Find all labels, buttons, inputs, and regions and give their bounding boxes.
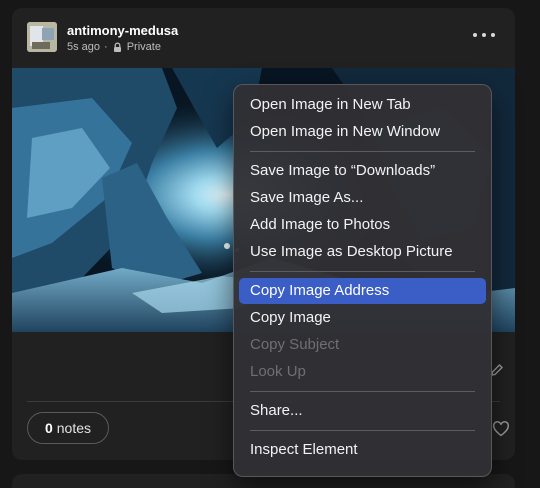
menu-item-save-image-as[interactable]: Save Image As... — [239, 185, 486, 211]
image-context-menu: Open Image in New Tab Open Image in New … — [233, 84, 492, 477]
privacy-label: Private — [126, 41, 161, 53]
menu-item-open-image-new-tab[interactable]: Open Image in New Tab — [239, 92, 486, 118]
menu-item-look-up: Look Up — [250, 363, 306, 380]
menu-separator — [250, 271, 475, 272]
more-options-button[interactable] — [473, 28, 495, 42]
username[interactable]: antimony-medusa — [67, 23, 178, 39]
menu-item-copy-image[interactable]: Copy Image — [239, 305, 486, 331]
lock-icon — [112, 42, 123, 53]
pencil-icon[interactable] — [490, 363, 504, 377]
notes-label: notes — [56, 420, 92, 436]
avatar-image — [27, 22, 57, 52]
menu-separator — [250, 151, 475, 152]
avatar[interactable] — [27, 22, 57, 52]
meta-separator: · — [104, 41, 108, 53]
ellipsis-dot — [473, 33, 477, 37]
menu-item-save-image-downloads[interactable]: Save Image to “Downloads” — [239, 158, 486, 184]
ellipsis-dot — [482, 33, 486, 37]
menu-item-copy-image-address[interactable]: Copy Image Address — [239, 278, 486, 304]
menu-item-open-image-new-window[interactable]: Open Image in New Window — [239, 119, 486, 145]
notes-count: 0 — [44, 420, 53, 436]
menu-item-inspect-element[interactable]: Inspect Element — [239, 437, 486, 463]
menu-item-copy-subject: Copy Subject — [250, 336, 340, 353]
notes-button[interactable]: 0 notes — [27, 412, 109, 444]
menu-item-share[interactable]: Share... — [239, 398, 486, 424]
ellipsis-dot — [491, 33, 495, 37]
menu-separator — [250, 391, 475, 392]
menu-separator — [250, 430, 475, 431]
menu-item-use-as-desktop-picture[interactable]: Use Image as Desktop Picture — [239, 239, 486, 265]
post-meta: 5s ago · Private — [67, 40, 161, 54]
heart-icon[interactable] — [492, 420, 510, 438]
post-header: antimony-medusa 5s ago · Private — [12, 8, 515, 68]
post-time: 5s ago — [67, 41, 101, 53]
menu-item-add-image-to-photos[interactable]: Add Image to Photos — [239, 212, 486, 238]
tumblr-dashboard: antimony-medusa 5s ago · Private 0 notes… — [0, 0, 540, 488]
